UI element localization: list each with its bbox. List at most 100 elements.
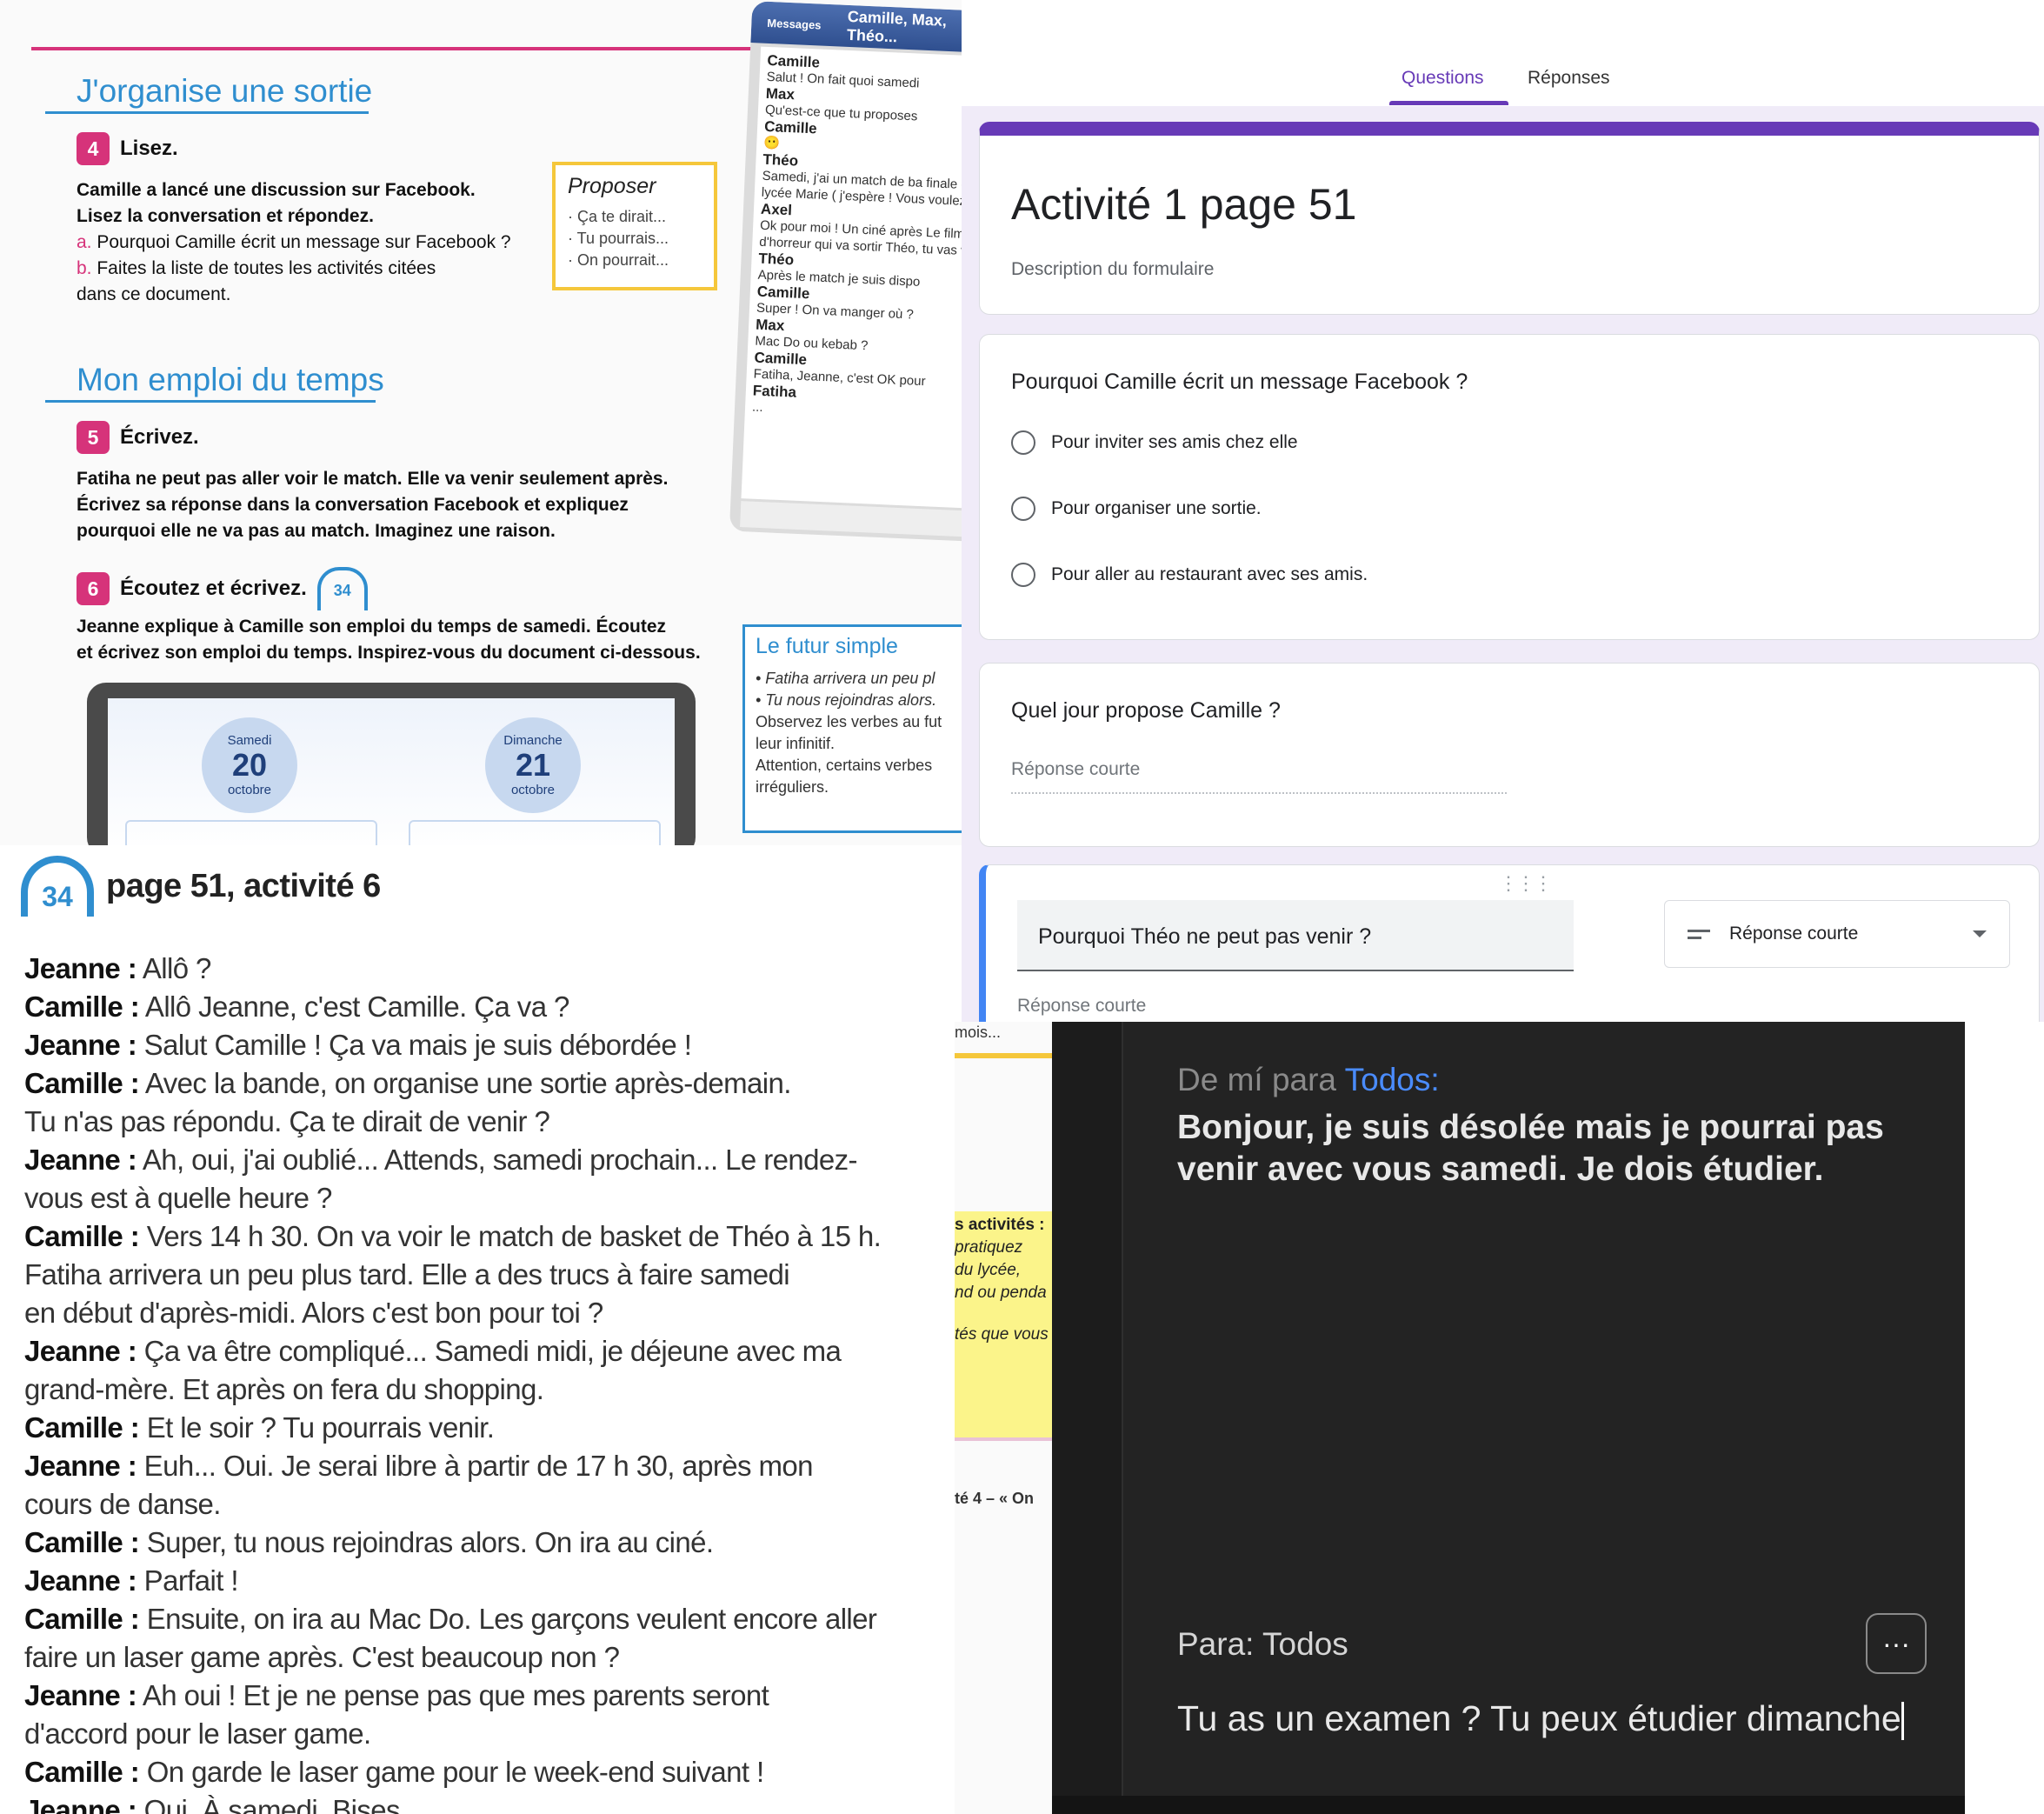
- transcript-line: Jeanne : Oui. À samedi. Bises.: [24, 1791, 955, 1814]
- drag-handle-icon[interactable]: ⋮⋮⋮: [1499, 872, 1553, 895]
- futur-example: • Tu nous rejoindras alors.: [756, 691, 937, 709]
- step-number-badge: 6: [77, 572, 110, 605]
- spoken-text: Ça va être compliqué... Samedi midi, je …: [136, 1335, 842, 1367]
- spoken-text: Super, tu nous rejoindras alors. On ira …: [139, 1526, 714, 1558]
- phone-app-label: Messages: [767, 16, 822, 32]
- textbook-page: J'organise une sortie 4 Lisez. Camille a…: [0, 0, 962, 845]
- spoken-text: Allô ?: [136, 952, 212, 984]
- futur-note: Attention, certains verbes: [756, 757, 933, 774]
- spoken-text: vous est à quelle heure ?: [24, 1182, 332, 1214]
- tab-reponses[interactable]: Réponses: [1528, 68, 1610, 89]
- phone-message-list: Camille Salut ! On fait quoi samedi Max Qu'…: [741, 46, 962, 510]
- speaker-name: Jeanne :: [24, 1564, 137, 1597]
- proposer-item: · Tu pourrais...: [568, 230, 669, 247]
- sticky-line: s activités :: [955, 1216, 1045, 1234]
- chat-recipient-label[interactable]: Para: Todos: [1177, 1626, 1348, 1663]
- sticky-line: pratiquez: [955, 1238, 1023, 1257]
- spoken-text: Vers 14 h 30. On va voir le match de bas…: [139, 1220, 882, 1252]
- spoken-text: grand-mère. Et après on fera du shopping…: [24, 1373, 544, 1405]
- section-title-sortie: J'organise une sortie: [77, 73, 373, 109]
- speaker-name: Jeanne :: [24, 1679, 137, 1711]
- speaker-name: Camille :: [24, 990, 140, 1023]
- radio-button[interactable]: [1011, 497, 1035, 521]
- radio-option[interactable]: Pour organiser une sortie.: [1011, 497, 1262, 521]
- day-badge: Dimanche 21 octobre: [485, 717, 581, 813]
- day-number: 20: [231, 747, 268, 783]
- transcript-line: Jeanne : Salut Camille ! Ça va mais je s…: [24, 1026, 955, 1064]
- option-label: Pour inviter ses amis chez elle: [1051, 432, 1298, 452]
- transcript-line: Jeanne : Euh... Oui. Je serai libre à pa…: [24, 1447, 955, 1485]
- speaker-name: Camille :: [24, 1220, 140, 1252]
- phone-participants: Camille, Max, Théo...: [846, 7, 948, 46]
- form-description[interactable]: Description du formulaire: [1011, 259, 1214, 280]
- tab-questions[interactable]: Questions: [1402, 68, 1484, 89]
- transcript-line: Jeanne : Parfait !: [24, 1562, 955, 1600]
- spoken-text: faire un laser game après. C'est beaucou…: [24, 1641, 620, 1673]
- more-options-button[interactable]: ···: [1866, 1613, 1927, 1674]
- proposer-item: · On pourrait...: [568, 251, 669, 269]
- meeting-chat-panel: De mí para Todos: Bonjour, je suis désol…: [1052, 1022, 1965, 1814]
- day-number: 21: [515, 747, 551, 783]
- spoken-text: Tu n'as pas répondu. Ça te dirait de ven…: [24, 1105, 550, 1137]
- active-tab-indicator: [1389, 101, 1508, 105]
- radio-option[interactable]: Pour inviter ses amis chez elle: [1011, 430, 1298, 455]
- spoken-text: On garde le laser game pour le week-end …: [139, 1756, 764, 1788]
- question-title-input[interactable]: Pourquoi Théo ne peut pas venir ?: [1017, 900, 1574, 971]
- step-5: 5 Écrivez.: [77, 421, 199, 454]
- question-type-select[interactable]: Réponse courte: [1664, 900, 2010, 968]
- transcript-line: faire un laser game après. C'est beaucou…: [24, 1638, 955, 1677]
- radio-button[interactable]: [1011, 563, 1035, 587]
- transcript-line: Jeanne : Allô ?: [24, 950, 955, 988]
- transcript-line: Jeanne : Ah oui ! Et je ne pense pas que…: [24, 1677, 955, 1715]
- headphones-icon[interactable]: 34: [316, 567, 368, 610]
- section-underline: [45, 111, 369, 114]
- day-column-dimanche: Dimanche 21 octobre: [391, 698, 675, 845]
- transcript-line: Camille : Et le soir ? Tu pourrais venir…: [24, 1409, 955, 1447]
- speaker-name: Jeanne :: [24, 1029, 137, 1061]
- sticky-line: nd ou penda: [955, 1284, 1047, 1302]
- form-title[interactable]: Activité 1 page 51: [1011, 179, 1357, 230]
- futur-note: irréguliers.: [756, 778, 829, 796]
- spoken-text: Salut Camille ! Ça va mais je suis débor…: [136, 1029, 692, 1061]
- chat-bottom-bar: [1052, 1796, 1965, 1814]
- option-label: Pour organiser une sortie.: [1051, 498, 1262, 518]
- transcript-title: page 51, activité 6: [106, 867, 381, 904]
- transcript-line: Jeanne : Ah, oui, j'ai oublié... Attends…: [24, 1141, 955, 1179]
- instruction-line: Écrivez sa réponse dans la conversation …: [77, 495, 629, 515]
- facebook-conversation-phone: Messages Camille, Max, Théo... ◉ Camille…: [729, 1, 962, 544]
- headphones-icon: 34: [21, 856, 94, 917]
- step-number-badge: 5: [77, 421, 110, 454]
- spoken-text: Oui. À samedi. Bises.: [136, 1794, 408, 1814]
- transcript-line: Camille : Allô Jeanne, c'est Camille. Ça…: [24, 988, 955, 1026]
- question-card-1[interactable]: Pourquoi Camille écrit un message Facebo…: [979, 334, 2040, 640]
- question-card-3-editing[interactable]: ⋮⋮⋮ Pourquoi Théo ne peut pas venir ? Ré…: [979, 864, 2040, 1022]
- google-forms-editor: Questions Réponses Activité 1 page 51 De…: [962, 0, 2044, 1022]
- spoken-text: Fatiha arrivera un peu plus tard. Elle a…: [24, 1258, 790, 1290]
- transcript-line: Fatiha arrivera un peu plus tard. Elle a…: [24, 1256, 955, 1294]
- recipient-link[interactable]: Todos:: [1345, 1062, 1440, 1097]
- instruction-line: pourquoi elle ne va pas au match. Imagin…: [77, 521, 556, 541]
- speaker-name: Jeanne :: [24, 1450, 137, 1482]
- speaker-name: Camille :: [24, 1067, 140, 1099]
- day-name: Dimanche: [503, 733, 563, 748]
- transcript-line: Tu n'as pas répondu. Ça te dirait de ven…: [24, 1103, 955, 1141]
- sender-prefix: De mí para: [1177, 1062, 1345, 1097]
- chat-input-field[interactable]: Tu as un examen ? Tu peux étudier dimanc…: [1177, 1698, 1904, 1741]
- radio-option[interactable]: Pour aller au restaurant avec ses amis.: [1011, 563, 1368, 587]
- proposer-box: Proposer · Ça te dirait... · Tu pourrais…: [552, 162, 717, 290]
- question-card-2[interactable]: Quel jour propose Camille ? Réponse cour…: [979, 663, 2040, 847]
- spoken-text: Et le soir ? Tu pourrais venir.: [139, 1411, 495, 1444]
- form-header-card[interactable]: Activité 1 page 51 Description du formul…: [979, 122, 2040, 315]
- radio-button[interactable]: [1011, 430, 1035, 455]
- speaker-name: Jeanne :: [24, 1794, 137, 1814]
- schedule-tablet: Samedi 20 octobre Dimanche 21 octobre: [87, 683, 696, 845]
- edge-text: mois...: [955, 1024, 1002, 1041]
- spoken-text: Ah, oui, j'ai oublié... Attends, samedi …: [136, 1144, 858, 1176]
- transcript-line: d'accord pour le laser game.: [24, 1715, 955, 1753]
- section-underline: [45, 400, 376, 403]
- day-slot: [125, 820, 377, 845]
- instruction-line: et écrivez son emploi du temps. Inspirez…: [77, 643, 701, 663]
- speaker-name: Camille :: [24, 1756, 140, 1788]
- day-column-samedi: Samedi 20 octobre: [108, 698, 393, 845]
- instruction-line: b. Faites la liste de toutes les activit…: [77, 258, 436, 278]
